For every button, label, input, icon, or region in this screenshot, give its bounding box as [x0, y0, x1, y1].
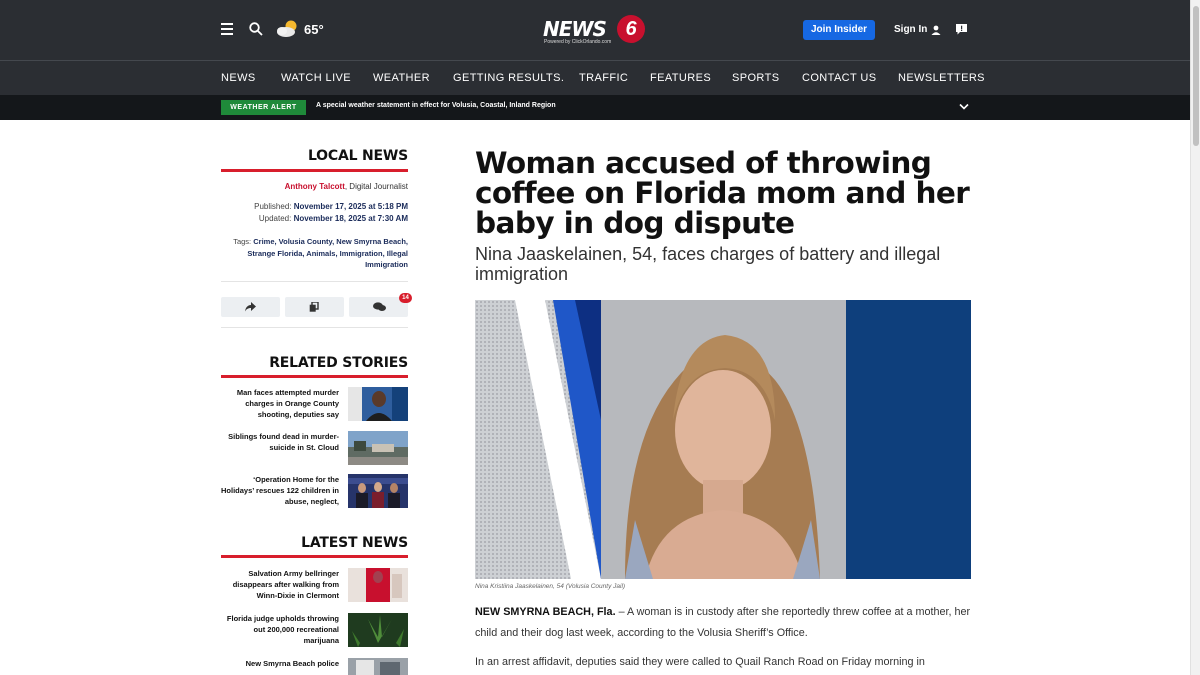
- related-stories-title: RELATED STORIES: [269, 355, 408, 371]
- story-thumbnail[interactable]: [348, 613, 408, 647]
- search-icon[interactable]: [249, 22, 263, 36]
- weather-alert-badge: WEATHER ALERT: [221, 100, 306, 115]
- photo-caption: Nina Kristiina Jaaskelainen, 54 (Volusia…: [475, 583, 626, 590]
- story-thumbnail[interactable]: [348, 474, 408, 508]
- news6-logo[interactable]: NEWS 6 Powered by ClickOrlando.com: [543, 15, 647, 45]
- nav-getting-results[interactable]: GETTING RESULTS.: [453, 72, 564, 84]
- story-thumbnail[interactable]: [348, 387, 408, 421]
- latest-story[interactable]: New Smyrna Beach police: [221, 658, 408, 675]
- story-title[interactable]: New Smyrna Beach police: [219, 658, 339, 669]
- latest-news-title: LATEST NEWS: [301, 535, 408, 551]
- comment-count-badge: 14: [399, 293, 412, 303]
- share-icon: [245, 302, 256, 312]
- nav-weather[interactable]: WEATHER: [373, 72, 430, 84]
- partly-cloudy-icon[interactable]: [275, 19, 301, 39]
- chevron-down-icon[interactable]: [959, 103, 969, 111]
- menu-icon[interactable]: [221, 23, 233, 35]
- comments-icon: [373, 302, 386, 311]
- scrollbar-thumb[interactable]: [1193, 6, 1199, 146]
- tags-label: Tags:: [233, 237, 254, 246]
- updated-date: November 18, 2025 at 7:30 AM: [293, 214, 408, 223]
- copy-link-button[interactable]: [285, 297, 344, 317]
- article-photo[interactable]: [475, 300, 971, 579]
- nav-features[interactable]: FEATURES: [650, 72, 711, 84]
- temperature[interactable]: 65°: [304, 22, 324, 37]
- main-nav: NEWS WATCH LIVE WEATHER GETTING RESULTS.…: [0, 60, 1190, 95]
- published-label: Published:: [254, 202, 294, 211]
- divider: [221, 327, 408, 328]
- byline: Anthony Talcott, Digital Journalist: [285, 182, 408, 191]
- weather-alert-text[interactable]: A special weather statement in effect fo…: [316, 102, 556, 109]
- nav-contact-us[interactable]: CONTACT US: [802, 72, 877, 84]
- article-dates: Published: November 17, 2025 at 5:18 PM …: [254, 201, 408, 225]
- story-title[interactable]: Man faces attempted murder charges in Or…: [219, 387, 339, 420]
- section-divider: [221, 169, 408, 172]
- nav-watch-live[interactable]: WATCH LIVE: [281, 72, 351, 84]
- related-story[interactable]: Siblings found dead in murder-suicide in…: [221, 431, 408, 465]
- related-story[interactable]: ‘Operation Home for the Holidays’ rescue…: [221, 474, 408, 508]
- section-divider: [221, 555, 408, 558]
- story-title[interactable]: Florida judge upholds throwing out 200,0…: [219, 613, 339, 646]
- story-title[interactable]: ‘Operation Home for the Holidays’ rescue…: [219, 474, 339, 507]
- related-story[interactable]: Man faces attempted murder charges in Or…: [221, 387, 408, 421]
- author-link[interactable]: Anthony Talcott: [285, 182, 345, 191]
- latest-story[interactable]: Salvation Army bellringer disappears aft…: [221, 568, 408, 602]
- article-dateline: NEW SMYRNA BEACH, Fla.: [475, 606, 616, 618]
- story-thumbnail[interactable]: [348, 431, 408, 465]
- copy-icon: [309, 302, 319, 312]
- user-icon: [931, 25, 941, 35]
- article-tags: Tags: Crime, Volusia County, New Smyrna …: [221, 236, 408, 271]
- article-subheadline: Nina Jaaskelainen, 54, faces charges of …: [475, 244, 941, 284]
- updated-label: Updated:: [258, 214, 294, 223]
- tags-list[interactable]: Crime, Volusia County, New Smyrna Beach,…: [247, 237, 408, 269]
- article-paragraph: In an arrest affidavit, deputies said th…: [475, 656, 925, 668]
- story-thumbnail[interactable]: [348, 568, 408, 602]
- story-title[interactable]: Salvation Army bellringer disappears aft…: [219, 568, 339, 601]
- nav-traffic[interactable]: TRAFFIC: [579, 72, 628, 84]
- feedback-icon[interactable]: [956, 24, 967, 35]
- published-date: November 17, 2025 at 5:18 PM: [293, 202, 408, 211]
- share-button[interactable]: [221, 297, 280, 317]
- author-role: , Digital Journalist: [344, 182, 408, 191]
- sign-in-label: Sign In: [894, 24, 928, 35]
- article-headline: Woman accused of throwing coffee on Flor…: [475, 146, 970, 240]
- story-thumbnail[interactable]: [348, 658, 408, 675]
- story-title[interactable]: Siblings found dead in murder-suicide in…: [219, 431, 339, 453]
- sign-in-link[interactable]: Sign In: [894, 24, 941, 35]
- nav-newsletters[interactable]: NEWSLETTERS: [898, 72, 985, 84]
- site-header: 65° NEWS 6 Powered by ClickOrlando.com J…: [0, 0, 1190, 60]
- page-scrollbar[interactable]: [1190, 0, 1200, 675]
- nav-sports[interactable]: SPORTS: [732, 72, 779, 84]
- weather-alert-bar[interactable]: WEATHER ALERT A special weather statemen…: [0, 95, 1190, 120]
- nav-news[interactable]: NEWS: [221, 72, 256, 84]
- article-paragraph: NEW SMYRNA BEACH, Fla. – A woman is in c…: [475, 602, 971, 644]
- latest-story[interactable]: Florida judge upholds throwing out 200,0…: [221, 613, 408, 647]
- join-insider-button[interactable]: Join Insider: [803, 20, 875, 40]
- section-divider: [221, 375, 408, 378]
- local-news-title[interactable]: LOCAL NEWS: [308, 148, 408, 164]
- divider: [221, 281, 408, 282]
